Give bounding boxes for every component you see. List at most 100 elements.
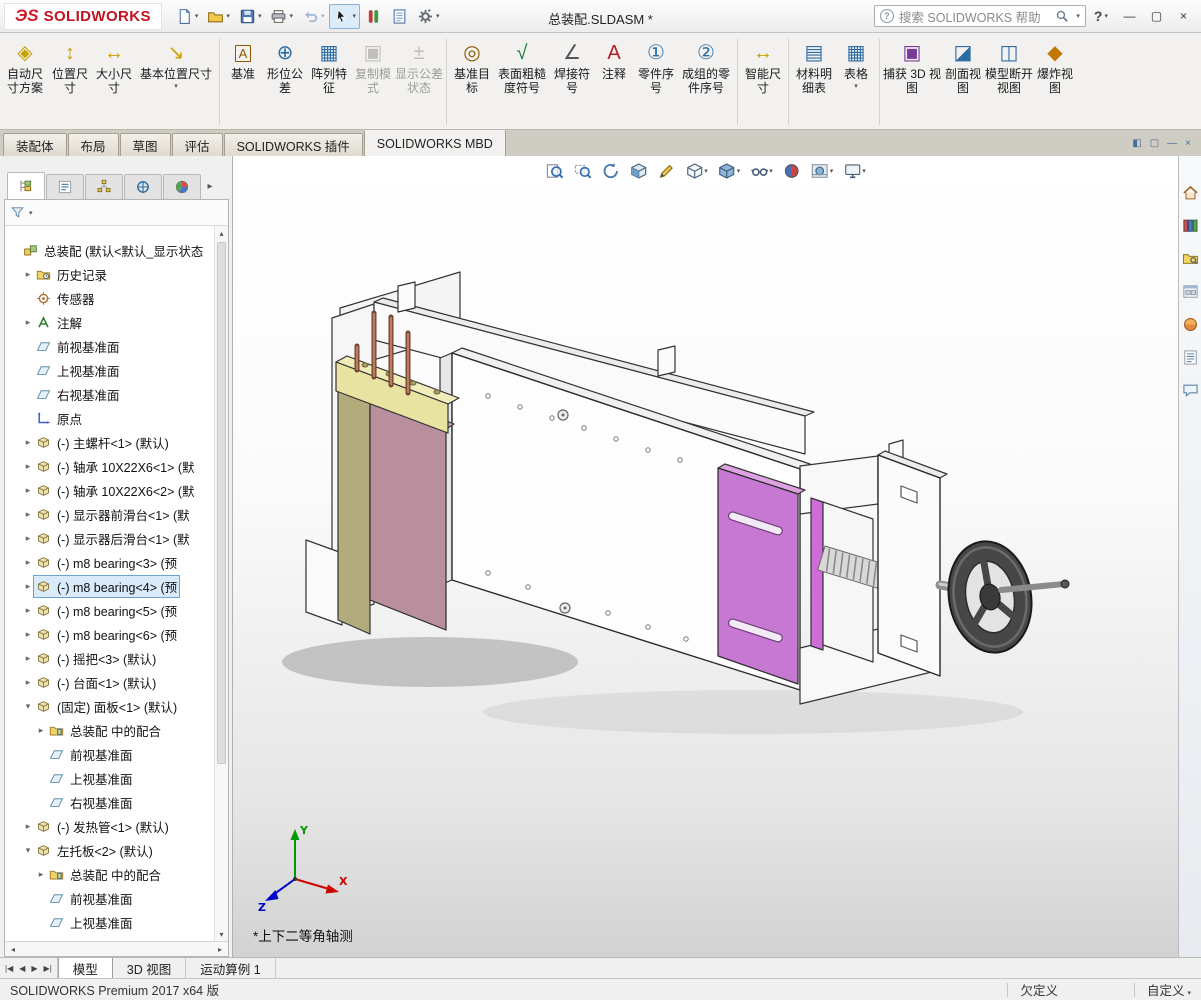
expand-arrow-icon[interactable]: ▸ — [22, 605, 34, 616]
search-dropdown-caret[interactable]: ▾ — [1076, 12, 1080, 20]
tree-item-origin[interactable]: 原点 — [7, 406, 213, 430]
minimize-button[interactable]: — — [1116, 5, 1143, 28]
model-left-stack[interactable] — [305, 310, 460, 635]
expand-arrow-icon[interactable]: ▸ — [22, 557, 34, 568]
tree-item-component-panel[interactable]: ▾ (固定) 面板<1> (默认) — [7, 694, 213, 718]
expand-arrow-icon[interactable]: ▸ — [22, 677, 34, 688]
design-library-button[interactable] — [1182, 217, 1199, 237]
displaymanager-tab[interactable] — [163, 174, 201, 199]
configurationmanager-tab[interactable] — [85, 174, 123, 199]
view-palette-button[interactable] — [1182, 283, 1199, 303]
scroll-down-button[interactable]: ▾ — [215, 927, 228, 941]
view-orientation-button[interactable]: ▾ — [684, 161, 709, 181]
solidworks-resources-button[interactable] — [1182, 184, 1199, 204]
previous-view-button[interactable] — [600, 161, 620, 181]
maximize-button[interactable]: ▢ — [1143, 5, 1170, 28]
tab-evaluate[interactable]: 评估 — [171, 133, 223, 156]
expand-arrow-icon[interactable]: ▸ — [22, 269, 34, 280]
tree-item-component-bearing-1[interactable]: ▸ (-) 轴承 10X22X6<1> (默 — [7, 454, 213, 478]
dock-panel-button[interactable]: ◧ — [1132, 138, 1141, 149]
tables-button[interactable]: ▦ 表格 ▾ — [836, 35, 876, 129]
tree-item-front-plane[interactable]: 前视基准面 — [7, 334, 213, 358]
search-icon[interactable] — [1055, 9, 1069, 23]
tab-layout[interactable]: 布局 — [67, 133, 119, 156]
hide-show-items-button[interactable]: ▾ — [749, 161, 774, 181]
tree-item-component-m8-bearing-5[interactable]: ▸ (-) m8 bearing<5> (预 — [7, 598, 213, 622]
exploded-view-button[interactable]: ◆ 爆炸视图 — [1033, 35, 1077, 129]
appearances-scenes-button[interactable] — [1182, 316, 1199, 336]
tab-solidworks-mbd[interactable]: SOLIDWORKS MBD — [363, 130, 506, 156]
tree-item-front-plane[interactable]: 前视基准面 — [7, 886, 213, 910]
surface-finish-symbol-button[interactable]: √ 表面粗糙度符号 — [494, 35, 550, 129]
model-purple-panel[interactable] — [717, 463, 806, 685]
propertymanager-tab[interactable] — [46, 174, 84, 199]
tab-solidworks-addins[interactable]: SOLIDWORKS 插件 — [223, 133, 363, 156]
expand-arrow-icon[interactable]: ▸ — [22, 509, 34, 520]
expand-arrow-icon[interactable]: ▸ — [22, 821, 34, 832]
expand-arrow-icon[interactable]: ▾ — [22, 845, 34, 856]
expand-arrow-icon[interactable]: ▸ — [22, 653, 34, 664]
auto-balloon-button[interactable]: ② 成组的零件序号 — [678, 35, 734, 129]
tree-item-mates-folder[interactable]: ▸ 总装配 中的配合 — [7, 718, 213, 742]
undo-button[interactable]: ▾ — [298, 4, 329, 29]
save-button[interactable]: ▾ — [235, 4, 266, 29]
section-view-toggle-button[interactable] — [628, 161, 648, 181]
minimize-document-button[interactable]: — — [1167, 138, 1177, 149]
edit-appearance-button[interactable] — [782, 161, 802, 181]
tree-item-component-heating-tube[interactable]: ▸ (-) 发热管<1> (默认) — [7, 814, 213, 838]
tree-filter-bar[interactable]: ▾ — [5, 200, 228, 226]
tab-scroll-button-0[interactable]: |◀ — [2, 964, 16, 973]
tree-item-front-plane[interactable]: 前视基准面 — [7, 742, 213, 766]
tab-model[interactable]: 模型 — [57, 958, 113, 978]
datum-button[interactable]: A 基准 — [223, 35, 263, 129]
model-handle-knob[interactable] — [1060, 579, 1070, 589]
expand-arrow-icon[interactable]: ▸ — [22, 317, 34, 328]
tree-item-component-bearing-2[interactable]: ▸ (-) 轴承 10X22X6<2> (默 — [7, 478, 213, 502]
print-button[interactable]: ▾ — [266, 4, 297, 29]
select-button[interactable]: ▾ — [329, 3, 360, 29]
tab-motion-study-1[interactable]: 运动算例 1 — [186, 958, 276, 978]
tree-horizontal-scrollbar[interactable]: ◂ ▸ — [5, 941, 228, 956]
tab-assembly[interactable]: 装配体 — [3, 133, 67, 156]
tab-scroll-button-3[interactable]: ▶| — [41, 964, 55, 973]
apply-scene-button[interactable]: ▾ — [810, 161, 835, 181]
tree-item-top-plane[interactable]: 上视基准面 — [7, 358, 213, 382]
custom-properties-button[interactable] — [1182, 349, 1199, 369]
solidworks-forum-button[interactable] — [1182, 382, 1199, 402]
restore-document-button[interactable]: ▢ — [1150, 138, 1159, 149]
close-button[interactable]: × — [1170, 5, 1197, 28]
expand-arrow-icon[interactable]: ▸ — [35, 725, 47, 736]
tree-item-component-m8-bearing-3[interactable]: ▸ (-) m8 bearing<3> (预 — [7, 550, 213, 574]
close-document-button[interactable]: × — [1185, 138, 1191, 149]
scroll-left-button[interactable]: ◂ — [5, 945, 21, 954]
tree-item-right-plane[interactable]: 右视基准面 — [7, 790, 213, 814]
tree-vertical-scrollbar[interactable]: ▴ ▾ — [214, 226, 228, 941]
size-dimension-button[interactable]: ↔ 大小尺寸 — [92, 35, 136, 129]
note-button[interactable]: A 注释 — [594, 35, 634, 129]
search-input[interactable]: ? 搜索 SOLIDWORKS 帮助 ▾ — [873, 5, 1086, 27]
smart-dimension-button[interactable]: ↔ 智能尺寸 — [741, 35, 785, 129]
zoom-to-fit-button[interactable] — [544, 161, 564, 181]
tab-sketch[interactable]: 草图 — [119, 133, 171, 156]
customize-menu[interactable]: 自定义 ▾ — [1147, 980, 1191, 999]
expand-arrow-icon[interactable]: ▾ — [22, 701, 34, 712]
file-properties-button[interactable] — [387, 4, 412, 29]
location-dimension-button[interactable]: ↕ 位置尺寸 — [48, 35, 92, 129]
annotation-view-button[interactable] — [656, 161, 676, 181]
zoom-to-area-button[interactable] — [572, 161, 592, 181]
bill-of-materials-button[interactable]: ▤ 材料明细表 — [792, 35, 836, 129]
section-view-button[interactable]: ◪ 剖面视图 — [941, 35, 985, 129]
tree-item-assembly-root[interactable]: 总装配 (默认<默认_显示状态 — [7, 238, 213, 262]
geometric-tolerance-button[interactable]: ⊕ 形位公差 — [263, 35, 307, 129]
open-button[interactable]: ▾ — [203, 4, 234, 29]
dimxpertmanager-tab[interactable] — [124, 174, 162, 199]
tree-item-component-main-screw[interactable]: ▸ (-) 主螺杆<1> (默认) — [7, 430, 213, 454]
tree-item-component-handle[interactable]: ▸ (-) 摇把<3> (默认) — [7, 646, 213, 670]
model-end-bracket[interactable] — [877, 439, 948, 677]
tree-item-component-m8-bearing-6[interactable]: ▸ (-) m8 bearing<6> (预 — [7, 622, 213, 646]
expand-arrow-icon[interactable]: ▸ — [22, 533, 34, 544]
scroll-up-button[interactable]: ▴ — [215, 226, 228, 240]
filter-caret[interactable]: ▾ — [29, 209, 33, 217]
model-magenta-strip[interactable] — [810, 497, 824, 651]
expand-arrow-icon[interactable]: ▸ — [35, 869, 47, 880]
